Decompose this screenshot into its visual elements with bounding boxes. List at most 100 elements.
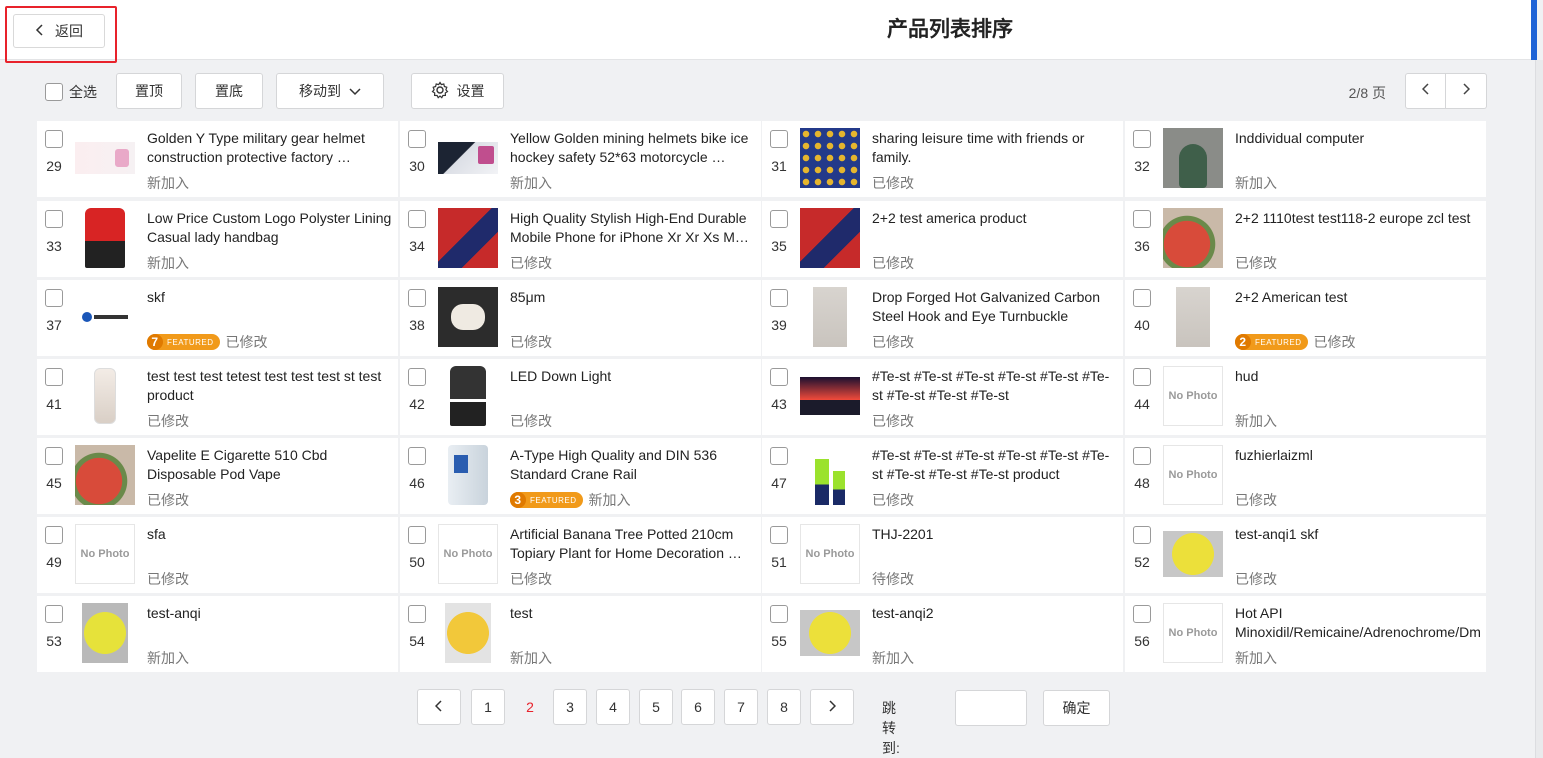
scrollbar[interactable] xyxy=(1535,60,1543,758)
product-checkbox[interactable] xyxy=(770,210,788,228)
product-checkbox[interactable] xyxy=(408,289,426,307)
product-card[interactable]: 37 焦点科技 skf 7 FEATURED 已修改 xyxy=(37,280,398,356)
product-card[interactable]: 36 2+2 1110test test118-2 europe zcl test… xyxy=(1125,201,1486,277)
product-checkbox[interactable] xyxy=(45,368,63,386)
product-checkbox[interactable] xyxy=(408,605,426,623)
product-index: 35 xyxy=(771,238,787,254)
select-all-checkbox[interactable]: 全选 xyxy=(45,82,97,102)
page-number-button[interactable]: 6 xyxy=(681,689,715,725)
product-card[interactable]: 44 No Photo hud 新加入 xyxy=(1125,359,1486,435)
product-card[interactable]: 33 Low Price Custom Logo Polyster Lining … xyxy=(37,201,398,277)
product-status-row: 已修改 xyxy=(510,411,552,431)
product-card[interactable]: 32 Inddividual computer 新加入 xyxy=(1125,121,1486,197)
page-number-button[interactable]: 4 xyxy=(596,689,630,725)
page-number-button[interactable]: 1 xyxy=(471,689,505,725)
product-card[interactable]: 55 test-anqi2 新加入 xyxy=(762,596,1123,672)
product-card[interactable]: 51 No Photo THJ-2201 待修改 xyxy=(762,517,1123,593)
product-card[interactable]: 31 sharing leisure time with friends or f… xyxy=(762,121,1123,197)
product-card[interactable]: 39 Drop Forged Hot Galvanized Carbon Stee… xyxy=(762,280,1123,356)
product-card[interactable]: 29 Golden Y Type military gear helmet con… xyxy=(37,121,398,197)
product-name: A-Type High Quality and DIN 536 Standard… xyxy=(510,447,717,482)
product-name: sfa xyxy=(147,526,166,542)
product-status-row: 已修改 xyxy=(510,569,552,589)
product-checkbox[interactable] xyxy=(1133,605,1151,623)
page-number-button[interactable]: 7 xyxy=(724,689,758,725)
product-checkbox[interactable] xyxy=(408,210,426,228)
product-checkbox[interactable] xyxy=(408,526,426,544)
product-checkbox[interactable] xyxy=(1133,526,1151,544)
product-checkbox[interactable] xyxy=(770,368,788,386)
product-thumbnail xyxy=(800,287,860,347)
product-card[interactable]: 50 No Photo Artificial Banana Tree Potted … xyxy=(400,517,761,593)
product-checkbox[interactable] xyxy=(408,368,426,386)
product-card[interactable]: 45 Vapelite E Cigarette 510 Cbd Disposabl… xyxy=(37,438,398,514)
product-status-row: 新加入 xyxy=(147,648,189,668)
product-thumbnail xyxy=(1163,287,1223,347)
product-card[interactable]: 34 High Quality Stylish High-End Durable … xyxy=(400,201,761,277)
page-number-button[interactable]: 8 xyxy=(767,689,801,725)
product-status-row: 已修改 xyxy=(872,490,914,510)
product-index: 39 xyxy=(771,317,787,333)
page-number-button[interactable]: 3 xyxy=(553,689,587,725)
product-status: 已修改 xyxy=(510,255,552,271)
product-card[interactable]: 40 2+2 American test 2 FEATURED 已修改 xyxy=(1125,280,1486,356)
product-checkbox[interactable] xyxy=(770,289,788,307)
featured-rank: 2 xyxy=(1235,334,1251,350)
product-checkbox[interactable] xyxy=(770,526,788,544)
product-index: 45 xyxy=(46,475,62,491)
product-checkbox[interactable] xyxy=(1133,368,1151,386)
product-status-row: 已修改 xyxy=(510,253,552,273)
pin-bottom-button[interactable]: 置底 xyxy=(195,73,263,109)
product-status-row: 已修改 xyxy=(147,569,189,589)
checkbox[interactable] xyxy=(45,83,63,101)
product-card[interactable]: 54 test 新加入 xyxy=(400,596,761,672)
product-checkbox[interactable] xyxy=(408,447,426,465)
jump-to-input[interactable] xyxy=(955,690,1027,726)
product-checkbox[interactable] xyxy=(1133,210,1151,228)
product-checkbox[interactable] xyxy=(45,289,63,307)
product-index: 30 xyxy=(409,158,425,174)
product-index: 36 xyxy=(1134,238,1150,254)
product-checkbox[interactable] xyxy=(45,130,63,148)
product-checkbox[interactable] xyxy=(1133,289,1151,307)
confirm-button[interactable]: 确定 xyxy=(1043,690,1110,726)
product-checkbox[interactable] xyxy=(45,526,63,544)
product-card[interactable]: 41 test test test tetest test test test s… xyxy=(37,359,398,435)
pagination-prev-button[interactable] xyxy=(417,689,461,725)
product-checkbox[interactable] xyxy=(1133,130,1151,148)
product-card[interactable]: 56 No Photo Hot API Minoxidil/Remicaine/Ad… xyxy=(1125,596,1486,672)
product-card[interactable]: 42 LED Down Light 已修改 xyxy=(400,359,761,435)
product-checkbox[interactable] xyxy=(45,447,63,465)
product-card[interactable]: 46 A-Type High Quality and DIN 536 Standa… xyxy=(400,438,761,514)
product-checkbox[interactable] xyxy=(770,447,788,465)
next-page-button[interactable] xyxy=(1446,73,1487,109)
product-card[interactable]: 47 #Te-st #Te-st #Te-st #Te-st #Te-st #Te… xyxy=(762,438,1123,514)
product-card[interactable]: 52 test-anqi1 skf 已修改 xyxy=(1125,517,1486,593)
product-card[interactable]: 38 85μm 已修改 xyxy=(400,280,761,356)
product-thumbnail xyxy=(438,287,498,347)
product-card[interactable]: 48 No Photo fuzhierlaizml 已修改 xyxy=(1125,438,1486,514)
product-status-row: 7 FEATURED 已修改 xyxy=(147,332,268,352)
pin-top-button[interactable]: 置顶 xyxy=(116,73,182,109)
product-card[interactable]: 49 No Photo sfa 已修改 xyxy=(37,517,398,593)
page-number-button[interactable]: 2 xyxy=(513,689,547,725)
pagination-next-button[interactable] xyxy=(810,689,854,725)
product-card[interactable]: 35 2+2 test america product 已修改 xyxy=(762,201,1123,277)
right-accent-bar xyxy=(1531,0,1537,60)
product-checkbox[interactable] xyxy=(408,130,426,148)
product-checkbox[interactable] xyxy=(1133,447,1151,465)
move-to-dropdown[interactable]: 移动到 xyxy=(276,73,384,109)
product-thumbnail xyxy=(438,445,498,505)
product-checkbox[interactable] xyxy=(770,130,788,148)
product-card[interactable]: 30 Yellow Golden mining helmets bike ice … xyxy=(400,121,761,197)
product-card[interactable]: 53 test-anqi 新加入 xyxy=(37,596,398,672)
product-checkbox[interactable] xyxy=(45,605,63,623)
product-checkbox[interactable] xyxy=(770,605,788,623)
product-card[interactable]: 43 #Te-st #Te-st #Te-st #Te-st #Te-st #Te… xyxy=(762,359,1123,435)
product-status: 已修改 xyxy=(1235,571,1277,587)
page-number-button[interactable]: 5 xyxy=(639,689,673,725)
product-thumbnail xyxy=(75,128,135,188)
product-checkbox[interactable] xyxy=(45,210,63,228)
settings-button[interactable]: 设置 xyxy=(411,73,504,109)
prev-page-button[interactable] xyxy=(1405,73,1446,109)
